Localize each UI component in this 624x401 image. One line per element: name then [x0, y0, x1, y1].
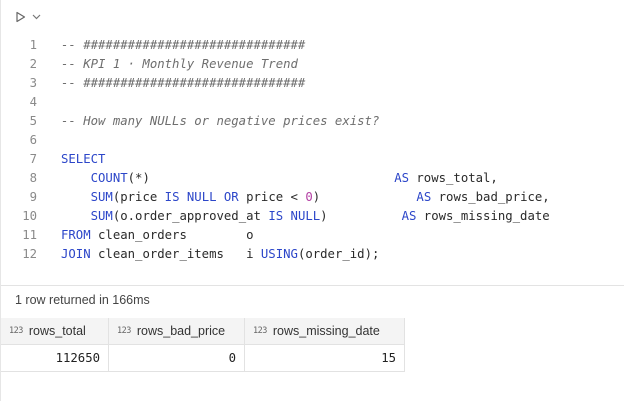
code-line[interactable]: 10 SUM(o.order_approved_at IS NULL) AS r…	[1, 207, 624, 226]
code-token: rows_total,	[409, 171, 498, 185]
code-token: 0	[305, 190, 313, 204]
line-number: 11	[22, 228, 37, 242]
code-text: SUM(price IS NULL OR price < 0) AS rows_…	[61, 188, 550, 207]
code-token: AS	[401, 209, 417, 223]
line-number: 12	[22, 247, 37, 261]
code-token: rows_bad_price,	[431, 190, 550, 204]
code-text: JOIN clean_order_items i USING(order_id)…	[61, 245, 379, 264]
table-cell[interactable]: 0	[109, 345, 245, 372]
code-line[interactable]: 1 -- ##############################	[1, 36, 624, 55]
code-token: (order_id);	[297, 247, 380, 261]
code-line[interactable]: 2 -- KPI 1 · Monthly Revenue Trend	[1, 55, 624, 74]
line-number: 5	[29, 114, 37, 128]
column-header-label: rows_missing_date	[272, 324, 380, 338]
code-token: AS	[416, 190, 432, 204]
line-number: 7	[29, 152, 37, 166]
code-line[interactable]: 12 JOIN clean_order_items i USING(order_i…	[1, 245, 624, 264]
divider	[1, 285, 624, 286]
code-line[interactable]: 5 -- How many NULLs or negative prices ex…	[1, 112, 624, 131]
code-token: (o.order_approved_at	[112, 209, 269, 223]
notebook-cell: 1 -- ############################## 2 -- KP…	[0, 0, 624, 401]
code-text: FROM clean_orders o	[61, 226, 254, 245]
code-token: )	[320, 209, 402, 223]
result-status: 1 row returned in 166ms	[15, 293, 150, 307]
code-text: -- KPI 1 · Monthly Revenue Trend	[61, 55, 298, 74]
code-token: -- ##############################	[61, 76, 306, 90]
code-token: SUM	[90, 209, 113, 223]
code-line[interactable]: 9 SUM(price IS NULL OR price < 0) AS row…	[1, 188, 624, 207]
chevron-down-icon[interactable]	[32, 14, 41, 20]
code-token: USING	[260, 247, 298, 261]
sql-editor[interactable]: 1 -- ############################## 2 -- KP…	[1, 36, 624, 264]
column-header[interactable]: 123 rows_bad_price	[109, 318, 245, 345]
code-line[interactable]: 6	[1, 131, 624, 150]
numeric-type-icon: 123	[9, 326, 23, 336]
code-token: -- ##############################	[61, 38, 306, 52]
code-token: SELECT	[61, 152, 106, 166]
code-token: price <	[238, 190, 306, 204]
numeric-type-icon: 123	[253, 326, 267, 336]
code-text: COUNT(*) AS rows_total,	[61, 169, 498, 188]
code-line[interactable]: 4	[1, 93, 624, 112]
numeric-type-icon: 123	[117, 326, 131, 336]
code-token: COUNT	[90, 171, 128, 185]
code-token: clean_order_items i	[90, 247, 261, 261]
code-token: -- KPI 1 · Monthly Revenue Trend	[61, 57, 298, 71]
column-header-label: rows_total	[28, 324, 86, 338]
code-token: SUM	[90, 190, 113, 204]
table-cell[interactable]: 112650	[1, 345, 109, 372]
line-number: 9	[29, 190, 37, 204]
code-token: FROM	[61, 228, 91, 242]
column-header[interactable]: 123 rows_total	[1, 318, 109, 345]
code-line[interactable]: 11 FROM clean_orders o	[1, 226, 624, 245]
code-text: -- How many NULLs or negative prices exi…	[61, 112, 379, 131]
cell-toolbar	[15, 8, 41, 26]
line-number: 1	[29, 38, 37, 52]
code-text: -- ##############################	[61, 36, 305, 55]
code-line[interactable]: 3 -- ##############################	[1, 74, 624, 93]
column-header-label: rows_bad_price	[136, 324, 226, 338]
code-token: )	[312, 190, 417, 204]
code-token: IS NULL	[268, 209, 321, 223]
line-number: 8	[29, 171, 37, 185]
code-line[interactable]: 8 COUNT(*) AS rows_total,	[1, 169, 624, 188]
code-token: IS NULL OR	[164, 190, 239, 204]
code-token: clean_orders o	[90, 228, 254, 242]
code-text: SUM(o.order_approved_at IS NULL) AS rows…	[61, 207, 550, 226]
code-token: AS	[394, 171, 409, 185]
code-text: -- ##############################	[61, 74, 305, 93]
code-text: SELECT	[61, 150, 105, 169]
line-number: 10	[22, 209, 37, 223]
play-icon[interactable]	[15, 11, 26, 23]
code-token: rows_missing_date	[416, 209, 550, 223]
table-cell[interactable]: 15	[245, 345, 405, 372]
line-number: 2	[29, 57, 37, 71]
column-header[interactable]: 123 rows_missing_date	[245, 318, 405, 345]
code-line[interactable]: 7 SELECT	[1, 150, 624, 169]
code-token: (price	[112, 190, 165, 204]
line-number: 3	[29, 76, 37, 90]
line-number: 4	[29, 95, 37, 109]
code-token: (*)	[127, 171, 395, 185]
code-token: -- How many NULLs or negative prices exi…	[61, 114, 380, 128]
code-token: JOIN	[61, 247, 91, 261]
line-number: 6	[29, 133, 37, 147]
